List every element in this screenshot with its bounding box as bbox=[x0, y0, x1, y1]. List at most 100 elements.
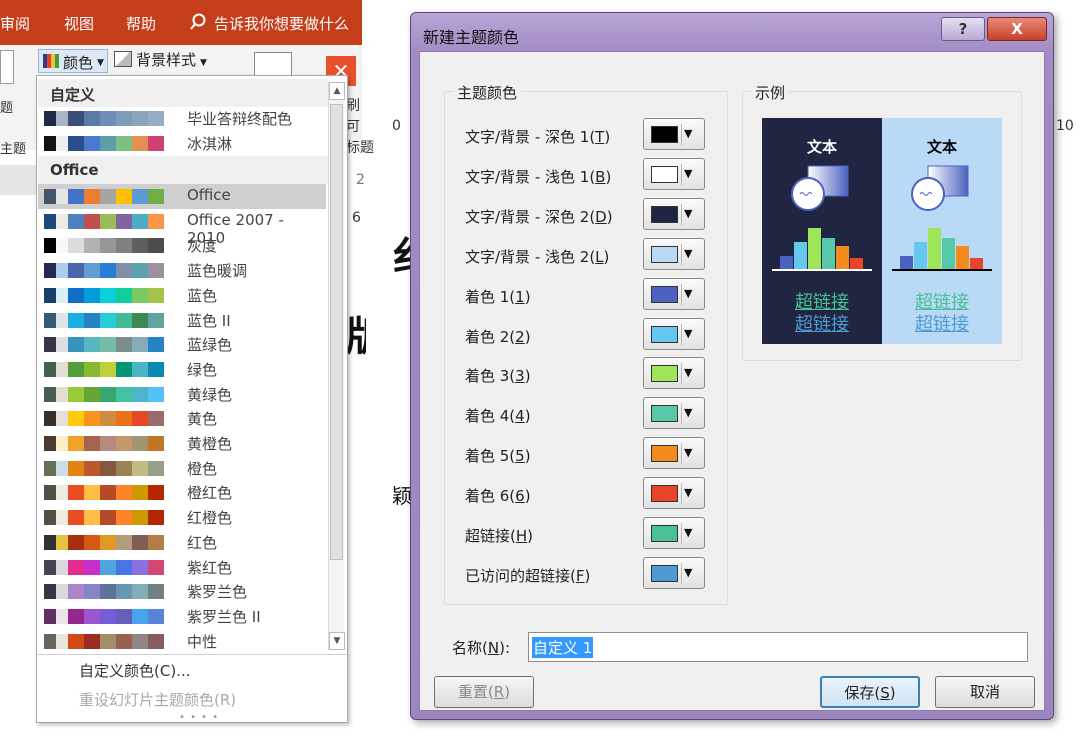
color-swatch bbox=[651, 525, 678, 542]
color-swatch bbox=[116, 510, 132, 526]
preview-bar bbox=[794, 242, 807, 270]
preview-bar bbox=[956, 246, 969, 270]
theme-color-set-item[interactable]: 中性 bbox=[38, 629, 326, 654]
theme-color-set-item[interactable]: 蓝色 bbox=[38, 283, 326, 308]
color-swatch bbox=[56, 263, 68, 279]
chevron-down-icon: ▼ bbox=[684, 406, 693, 420]
color-swatch bbox=[100, 559, 116, 575]
theme-color-label: 着色 4(4) bbox=[465, 407, 531, 426]
color-picker-button[interactable]: ▼ bbox=[643, 277, 705, 310]
color-swatch bbox=[44, 510, 56, 526]
button-separator bbox=[681, 523, 682, 544]
color-picker-button[interactable]: ▼ bbox=[643, 437, 705, 470]
reset-button[interactable]: 重置(R) bbox=[434, 676, 534, 708]
theme-color-label-text: 已访问的超链接( bbox=[465, 566, 576, 585]
color-swatch bbox=[132, 337, 148, 353]
theme-color-set-item[interactable]: 紫罗兰色 II bbox=[38, 604, 326, 629]
theme-color-set-item[interactable]: 蓝绿色 bbox=[38, 332, 326, 357]
theme-color-accelerator: L bbox=[595, 247, 604, 266]
theme-color-set-item[interactable]: 橙色 bbox=[38, 456, 326, 481]
color-swatch bbox=[132, 485, 148, 501]
preview-bar bbox=[900, 256, 913, 270]
color-swatch bbox=[116, 534, 132, 550]
color-picker-button[interactable]: ▼ bbox=[643, 357, 705, 390]
color-strip bbox=[44, 633, 172, 649]
colors-button[interactable]: 颜色 ▼ bbox=[38, 49, 108, 73]
theme-color-label-text: 文字/背景 - 浅色 2( bbox=[465, 247, 596, 266]
reset-accelerator: R bbox=[493, 683, 505, 701]
bg-text-fragment: 可 bbox=[346, 119, 360, 135]
theme-color-set-name: 紫红色 bbox=[187, 558, 233, 577]
theme-color-set-item[interactable]: 红橙色 bbox=[38, 505, 326, 530]
scrollbar-thumb[interactable] bbox=[330, 104, 343, 560]
theme-color-row: 超链接(H) ▼ bbox=[445, 517, 725, 551]
theme-color-set-item[interactable]: Office 2007 - 2010 bbox=[38, 209, 326, 247]
color-picker-button[interactable]: ▼ bbox=[643, 157, 705, 190]
theme-color-set-item[interactable]: 红色 bbox=[38, 530, 326, 555]
theme-color-set-item[interactable]: 毕业答辩终配色 bbox=[38, 106, 326, 131]
sample-preview: 文本 超链接 超链接 文本 超链接 超链接 bbox=[762, 118, 1002, 344]
color-picker-button[interactable]: ▼ bbox=[643, 197, 705, 230]
color-picker-button[interactable]: ▼ bbox=[643, 118, 705, 150]
theme-thumbnail[interactable] bbox=[0, 50, 14, 84]
tab-review[interactable]: 审阅 bbox=[0, 13, 30, 34]
theme-color-accelerator: 3 bbox=[515, 367, 525, 386]
slide-title-fragment: 版 bbox=[346, 304, 366, 362]
scroll-down-icon[interactable]: ▼ bbox=[329, 632, 345, 650]
background-styles-button[interactable]: 背景样式 ▼ bbox=[114, 49, 207, 73]
color-swatch bbox=[84, 312, 100, 328]
tell-me-search[interactable]: 告诉我你想要做什么 bbox=[214, 13, 349, 34]
close-button[interactable]: X bbox=[987, 17, 1047, 41]
color-swatch bbox=[132, 633, 148, 649]
color-picker-button[interactable]: ▼ bbox=[643, 556, 705, 589]
color-picker-button[interactable]: ▼ bbox=[643, 477, 705, 510]
color-picker-button[interactable]: ▼ bbox=[643, 317, 705, 350]
theme-color-set-item[interactable]: 蓝色暖调 bbox=[38, 258, 326, 283]
theme-color-set-item[interactable]: 蓝色 II bbox=[38, 308, 326, 333]
color-swatch bbox=[148, 312, 164, 328]
color-strip bbox=[44, 312, 172, 328]
theme-color-set-item[interactable]: 冰淇淋 bbox=[38, 131, 326, 156]
color-picker-button[interactable]: ▼ bbox=[643, 517, 705, 549]
search-icon[interactable] bbox=[189, 13, 207, 31]
help-button[interactable]: ? bbox=[941, 17, 985, 41]
theme-color-set-name: 紫罗兰色 II bbox=[187, 607, 261, 626]
color-swatch bbox=[132, 213, 148, 229]
theme-color-row: 着色 2(2) ▼ bbox=[445, 317, 725, 352]
button-separator bbox=[681, 562, 682, 584]
color-swatch bbox=[84, 485, 100, 501]
resize-grip-icon[interactable]: • • • • bbox=[179, 712, 219, 723]
color-swatch bbox=[56, 386, 68, 402]
color-picker-button[interactable]: ▼ bbox=[643, 237, 705, 270]
save-button[interactable]: 保存(S) bbox=[820, 676, 920, 708]
color-picker-button[interactable]: ▼ bbox=[643, 397, 705, 430]
ruler-number: 0 bbox=[392, 118, 401, 134]
name-input[interactable] bbox=[528, 632, 1028, 662]
theme-color-set-item[interactable]: 黄绿色 bbox=[38, 382, 326, 407]
theme-color-set-name: 红色 bbox=[187, 533, 218, 552]
tab-view[interactable]: 视图 bbox=[64, 13, 94, 34]
theme-colors-label: 主题颜色 bbox=[453, 82, 522, 103]
color-swatch bbox=[116, 337, 132, 353]
theme-color-label-text: 着色 1( bbox=[465, 287, 516, 306]
dropdown-scrollbar[interactable]: ▲ ▼ bbox=[328, 82, 345, 650]
theme-color-set-item[interactable]: 灰度 bbox=[38, 233, 326, 258]
theme-color-set-item[interactable]: 黄橙色 bbox=[38, 431, 326, 456]
preview-bar bbox=[836, 246, 849, 270]
theme-color-set-item[interactable]: 黄色 bbox=[38, 406, 326, 431]
theme-color-set-item[interactable]: 橙红色 bbox=[38, 480, 326, 505]
tab-help[interactable]: 帮助 bbox=[126, 13, 156, 34]
scroll-up-icon[interactable]: ▲ bbox=[329, 82, 345, 100]
theme-color-set-name: 冰淇淋 bbox=[187, 134, 233, 153]
theme-color-label: 着色 6(6) bbox=[465, 487, 531, 506]
theme-color-label: 着色 2(2) bbox=[465, 327, 531, 346]
theme-color-set-item[interactable]: 紫红色 bbox=[38, 555, 326, 580]
theme-color-set-item[interactable]: 紫罗兰色 bbox=[38, 579, 326, 604]
theme-color-set-item[interactable]: 绿色 bbox=[38, 357, 326, 382]
theme-color-set-item[interactable]: Office bbox=[38, 184, 326, 209]
custom-colors-menu-item[interactable]: 自定义颜色(C)... bbox=[79, 660, 190, 681]
color-swatch bbox=[44, 460, 56, 476]
cancel-button[interactable]: 取消 bbox=[935, 676, 1035, 708]
theme-color-label: 文字/背景 - 深色 1(T) bbox=[465, 128, 611, 146]
preview-bar bbox=[808, 228, 821, 270]
